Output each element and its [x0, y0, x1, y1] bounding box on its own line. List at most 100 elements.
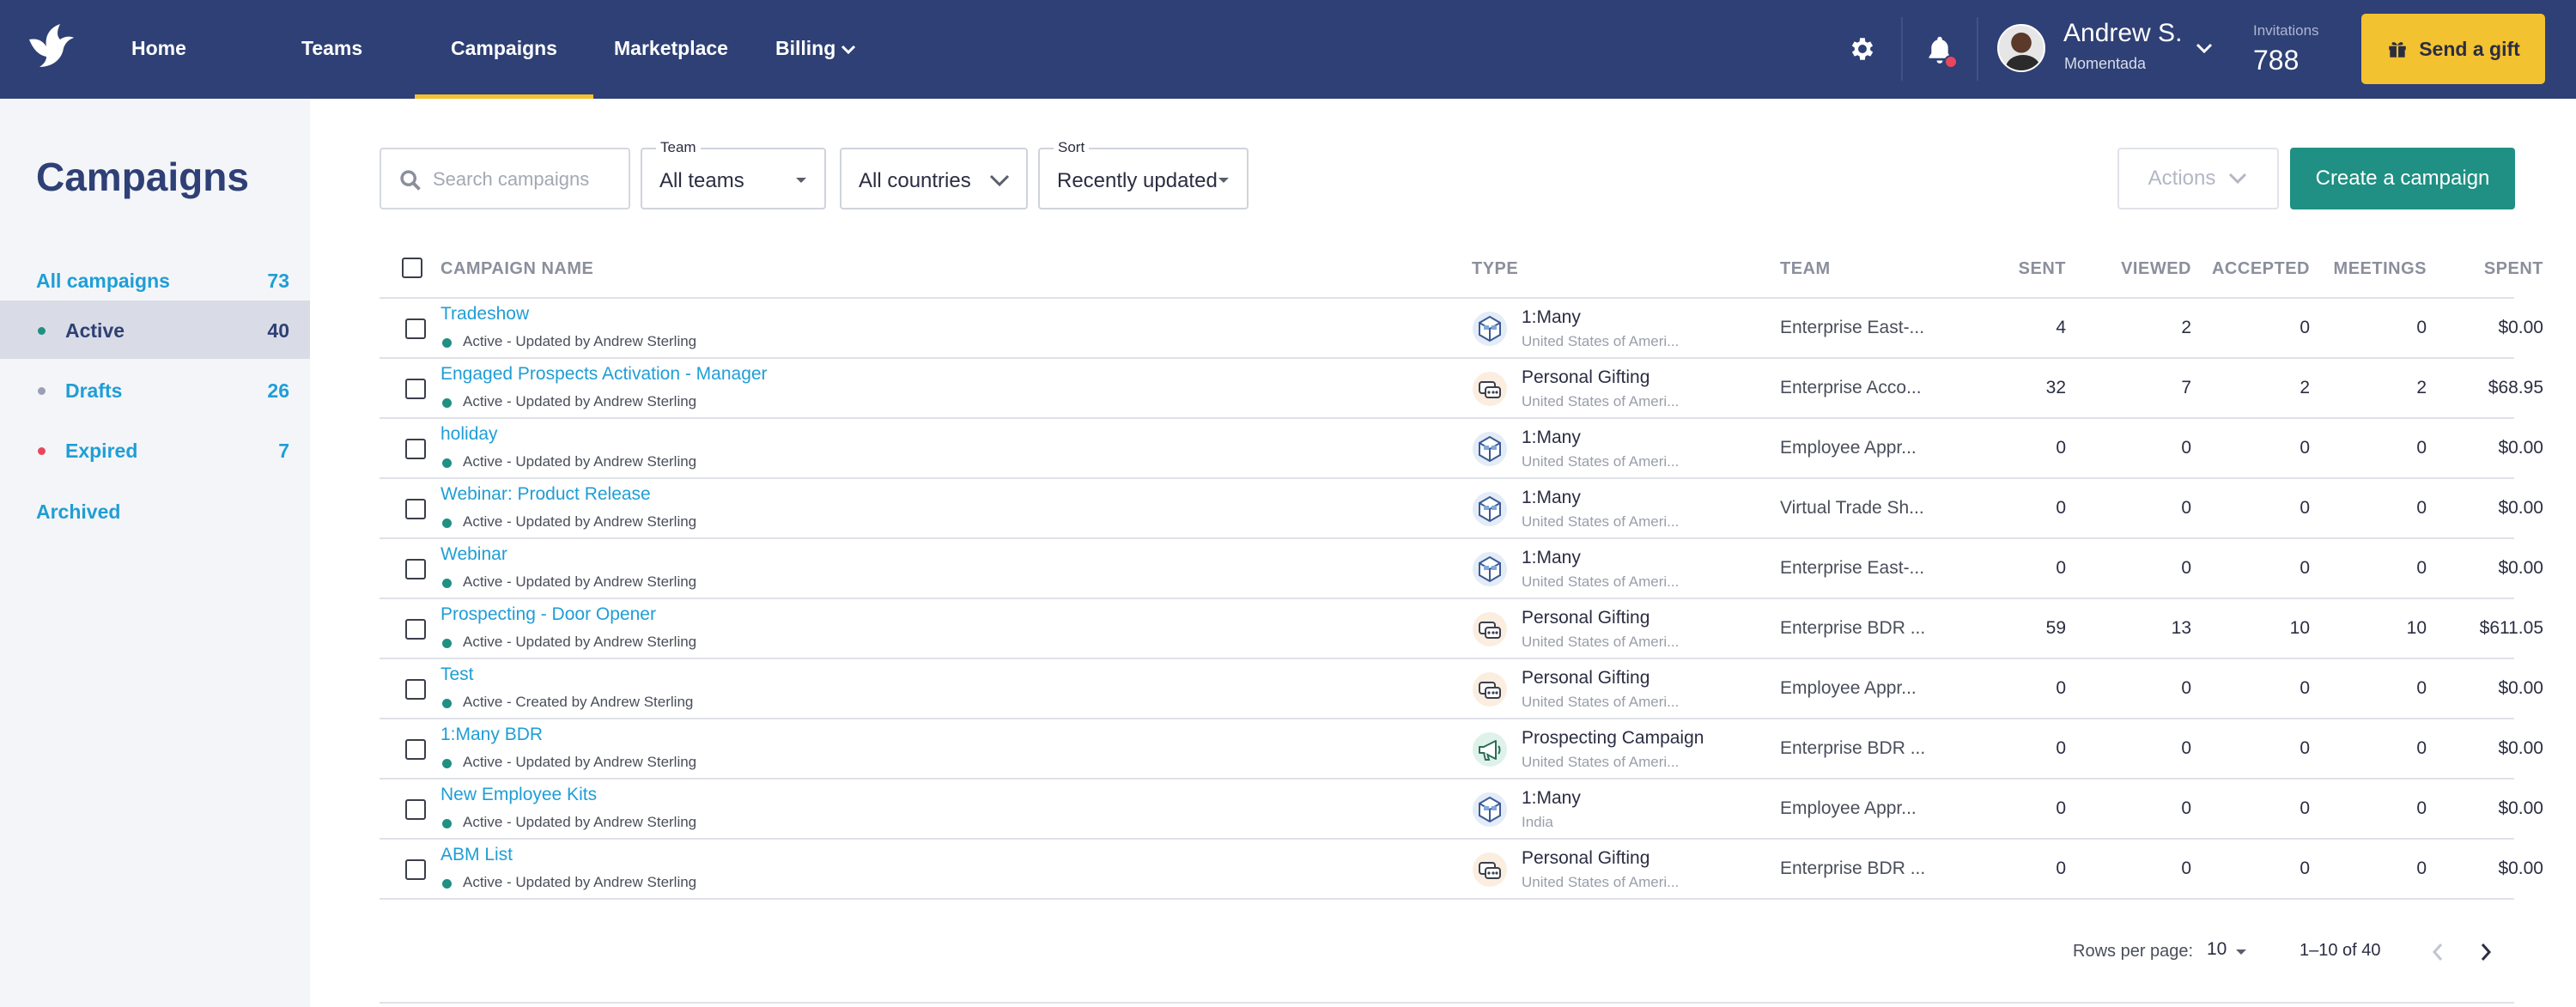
campaign-name-link[interactable]: Test [440, 664, 474, 685]
cell-viewed: 13 [2171, 618, 2191, 638]
sidebar-item-archived[interactable]: Archived [0, 482, 310, 540]
row-checkbox[interactable] [405, 619, 426, 640]
row-checkbox[interactable] [405, 379, 426, 399]
table-row[interactable]: Prospecting - Door Opener Active - Update… [380, 599, 2543, 659]
team-select[interactable]: Team All teams [641, 139, 826, 209]
campaign-country: United States of Ameri... [1522, 634, 1680, 650]
table-row[interactable]: Webinar: Product Release Active - Updated… [380, 479, 2543, 539]
gear-icon[interactable] [1848, 34, 1877, 64]
cell-viewed: 0 [2181, 558, 2191, 578]
campaign-country: United States of Ameri... [1522, 453, 1680, 470]
column-header-team[interactable]: TEAM [1780, 259, 1831, 279]
campaign-name-link[interactable]: New Employee Kits [440, 785, 597, 805]
cell-spent: $68.95 [2488, 378, 2543, 397]
row-checkbox[interactable] [405, 739, 426, 760]
status-dot [442, 519, 452, 528]
rows-per-page-select[interactable]: 10 [2207, 939, 2227, 960]
cell-meetings: 0 [2416, 318, 2427, 337]
create-campaign-button[interactable]: Create a campaign [2290, 148, 2515, 209]
cell-spent: $0.00 [2498, 798, 2543, 818]
nav-home[interactable]: Home [131, 0, 186, 99]
one-to-many-icon [1472, 551, 1508, 587]
user-name[interactable]: Andrew S. [2063, 19, 2182, 48]
column-header-viewed[interactable]: VIEWED [2088, 259, 2191, 279]
table-row[interactable]: Test Active - Created by Andrew Sterling P… [380, 659, 2543, 719]
table-footer-divider [380, 1002, 2514, 1004]
pagination-range: 1–10 of 40 [2300, 941, 2381, 960]
sidebar-item-count: 73 [267, 270, 289, 292]
notification-badge [1944, 55, 1958, 69]
cell-accepted: 0 [2300, 738, 2310, 758]
table-row[interactable]: 1:Many BDR Active - Updated by Andrew Ste… [380, 719, 2543, 780]
cell-viewed: 0 [2181, 498, 2191, 518]
column-header-type[interactable]: TYPE [1472, 259, 1518, 279]
campaign-name-link[interactable]: Webinar: Product Release [440, 484, 651, 505]
column-header-sent[interactable]: SENT [1963, 259, 2066, 279]
campaign-team: Enterprise BDR ... [1780, 858, 1926, 878]
status-dot [442, 579, 452, 588]
status-dot [442, 759, 452, 768]
cell-meetings: 2 [2416, 378, 2427, 397]
campaign-team: Virtual Trade Sh... [1780, 498, 1924, 518]
actions-button[interactable]: Actions [2117, 148, 2279, 209]
personal-gifting-icon [1472, 371, 1508, 407]
campaign-name-link[interactable]: Prospecting - Door Opener [440, 604, 656, 625]
campaign-name-link[interactable]: holiday [440, 424, 498, 445]
sidebar-item-active[interactable]: Active 40 [0, 300, 310, 359]
select-all-checkbox[interactable] [402, 258, 422, 278]
status-dot [442, 639, 452, 648]
row-checkbox[interactable] [405, 799, 426, 820]
country-select[interactable]: All countries [840, 148, 1028, 209]
bird-logo-icon[interactable] [26, 21, 77, 72]
table-row[interactable]: New Employee Kits Active - Updated by And… [380, 780, 2543, 840]
column-header-meetings[interactable]: MEETINGS [2324, 259, 2427, 279]
table-row[interactable]: ABM List Active - Updated by Andrew Sterl… [380, 840, 2543, 900]
campaign-type: 1:Many [1522, 488, 1581, 507]
search-input[interactable] [433, 165, 622, 194]
table-row[interactable]: Webinar Active - Updated by Andrew Sterli… [380, 539, 2543, 599]
table-row[interactable]: holiday Active - Updated by Andrew Sterli… [380, 419, 2543, 479]
nav-billing[interactable]: Billing [775, 0, 835, 99]
row-checkbox[interactable] [405, 679, 426, 700]
chevron-down-icon[interactable] [2194, 38, 2215, 58]
country-select-value: All countries [859, 169, 971, 192]
cell-meetings: 0 [2416, 678, 2427, 698]
cell-accepted: 10 [2289, 618, 2310, 638]
sidebar-item-label: All campaigns [36, 270, 170, 292]
campaign-team: Enterprise East-... [1780, 318, 1925, 337]
column-header-name[interactable]: CAMPAIGN NAME [440, 259, 593, 279]
nav-marketplace[interactable]: Marketplace [614, 0, 728, 99]
prospecting-megaphone-icon [1472, 731, 1508, 767]
nav-teams[interactable]: Teams [301, 0, 362, 99]
row-checkbox[interactable] [405, 859, 426, 880]
row-checkbox[interactable] [405, 439, 426, 459]
cell-spent: $0.00 [2498, 858, 2543, 878]
chevron-down-icon[interactable] [840, 41, 857, 58]
sidebar-item-expired[interactable]: Expired 7 [0, 421, 310, 479]
row-checkbox[interactable] [405, 318, 426, 339]
campaign-name-link[interactable]: 1:Many BDR [440, 725, 543, 745]
search-box[interactable] [380, 148, 630, 209]
avatar[interactable] [1997, 24, 2045, 72]
table-row[interactable]: Engaged Prospects Activation - Manager Ac… [380, 359, 2543, 419]
chevron-down-icon [989, 174, 1010, 187]
campaign-name-link[interactable]: Webinar [440, 544, 507, 565]
cell-sent: 0 [2056, 798, 2066, 818]
caret-down-icon[interactable] [2234, 947, 2248, 957]
column-header-accepted[interactable]: ACCEPTED [2207, 259, 2310, 279]
nav-campaigns[interactable]: Campaigns [415, 0, 593, 99]
row-checkbox[interactable] [405, 559, 426, 579]
table-row[interactable]: Tradeshow Active - Updated by Andrew Ster… [380, 299, 2543, 359]
column-header-spent[interactable]: SPENT [2440, 259, 2543, 279]
campaign-name-link[interactable]: Tradeshow [440, 304, 529, 325]
campaign-name-link[interactable]: Engaged Prospects Activation - Manager [440, 364, 768, 385]
send-gift-button[interactable]: Send a gift [2361, 14, 2545, 84]
cell-accepted: 0 [2300, 498, 2310, 518]
sort-select[interactable]: Sort Recently updated [1038, 139, 1249, 209]
sort-select-label: Sort [1054, 139, 1090, 156]
chevron-left-icon[interactable] [2427, 939, 2449, 965]
chevron-right-icon[interactable] [2475, 939, 2497, 965]
sidebar-item-drafts[interactable]: Drafts 26 [0, 361, 310, 419]
campaign-name-link[interactable]: ABM List [440, 845, 513, 865]
row-checkbox[interactable] [405, 499, 426, 519]
